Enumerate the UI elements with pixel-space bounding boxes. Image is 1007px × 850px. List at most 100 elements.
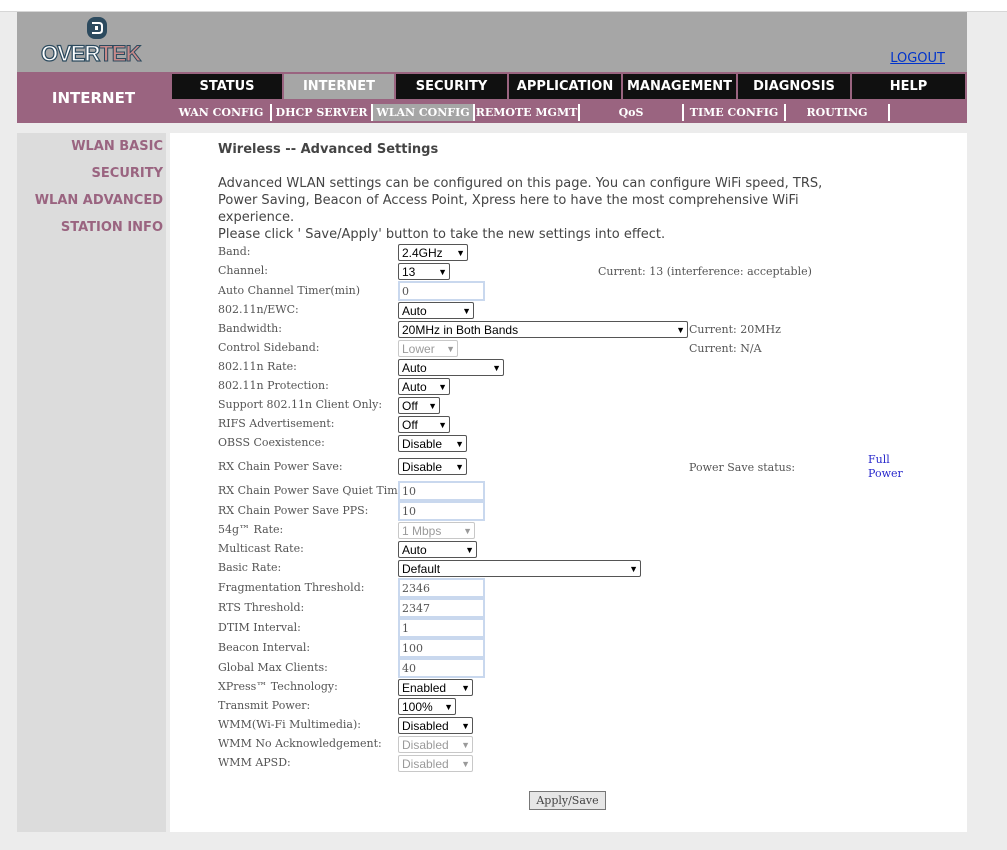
dtim-input[interactable]: 1 — [398, 618, 485, 638]
wmm-apsd-label: WMM APSD: — [218, 756, 291, 769]
tab-diagnosis[interactable]: DIAGNOSIS — [738, 74, 850, 99]
subtab-wan-config[interactable]: WAN CONFIG — [172, 104, 272, 121]
rate-54g-label: 54g™ Rate: — [218, 523, 284, 536]
chevron-down-icon: ▼ — [462, 305, 471, 316]
chevron-down-icon: ▼ — [465, 544, 474, 555]
rx-quiet-time-label: RX Chain Power Save Quiet Time: — [218, 484, 408, 497]
power-save-status-value: Full Power — [868, 453, 903, 481]
auto-channel-timer-input[interactable]: 0 — [398, 281, 485, 301]
wmm-apsd-select[interactable]: Disabled ▼ — [398, 755, 473, 772]
main-tabs: STATUS INTERNET SECURITY APPLICATION MAN… — [172, 74, 967, 99]
sidebar-item-wlan-advanced[interactable]: WLAN ADVANCED — [17, 187, 166, 214]
beacon-label: Beacon Interval: — [218, 641, 311, 654]
ewc-select[interactable]: Auto ▼ — [398, 302, 474, 319]
chevron-down-icon: ▼ — [461, 720, 470, 731]
intro-line: Please click ' Save/Apply' button to tak… — [218, 227, 666, 242]
multicast-rate-select[interactable]: Auto ▼ — [398, 541, 477, 558]
band-label: Band: — [218, 245, 251, 258]
rx-chain-ps-select[interactable]: Disable ▼ — [398, 458, 467, 475]
tab-management[interactable]: MANAGEMENT — [623, 74, 736, 99]
auto-channel-timer-label: Auto Channel Timer(min) — [218, 284, 360, 297]
main-panel: Wireless -- Advanced Settings Advanced W… — [170, 133, 967, 832]
obss-label: OBSS Coexistence: — [218, 436, 325, 449]
n-client-only-select[interactable]: Off ▼ — [398, 397, 440, 414]
chevron-down-icon: ▼ — [428, 400, 437, 411]
apply-save-button[interactable]: Apply/Save — [529, 791, 606, 810]
band-select[interactable]: 2.4GHz ▼ — [398, 244, 468, 261]
tx-power-label: Transmit Power: — [218, 699, 311, 712]
chevron-down-icon: ▼ — [438, 266, 447, 277]
control-sideband-select[interactable]: Lower ▼ — [398, 340, 458, 357]
power-save-status-line: Power — [868, 467, 903, 480]
chevron-down-icon: ▼ — [455, 438, 464, 449]
channel-select[interactable]: 13 ▼ — [398, 263, 450, 280]
subtab-qos[interactable]: QoS — [580, 104, 684, 121]
power-save-status-label: Power Save status: — [689, 461, 796, 474]
sidebar: WLAN BASIC SECURITY WLAN ADVANCED STATIO… — [17, 133, 166, 832]
bandwidth-label: Bandwidth: — [218, 322, 282, 335]
n-protection-select[interactable]: Auto ▼ — [398, 378, 450, 395]
logo-text: OVERTEK — [40, 40, 141, 66]
chevron-down-icon: ▼ — [629, 563, 638, 574]
control-sideband-current-note: Current: N/A — [689, 342, 762, 355]
subtab-wlan-config[interactable]: WLAN CONFIG — [373, 104, 475, 121]
chevron-down-icon: ▼ — [461, 682, 470, 693]
n-rate-select[interactable]: Auto ▼ — [398, 359, 504, 376]
rifs-select[interactable]: Off ▼ — [398, 416, 450, 433]
rts-threshold-input[interactable]: 2347 — [398, 598, 485, 618]
tab-security[interactable]: SECURITY — [396, 74, 507, 99]
max-clients-label: Global Max Clients: — [218, 661, 328, 674]
logout-link[interactable]: LOGOUT — [890, 51, 945, 66]
control-sideband-label: Control Sideband: — [218, 341, 320, 354]
chevron-down-icon: ▼ — [438, 381, 447, 392]
max-clients-input[interactable]: 40 — [398, 658, 485, 678]
subtab-dhcp-server[interactable]: DHCP SERVER — [272, 104, 373, 121]
page-intro: Advanced WLAN settings can be configured… — [218, 175, 868, 243]
chevron-down-icon: ▼ — [455, 461, 464, 472]
wmm-noack-select[interactable]: Disabled ▼ — [398, 736, 473, 753]
brand-logo: OVERTEK — [40, 15, 153, 69]
subtab-routing[interactable]: ROUTING — [786, 104, 890, 121]
n-rate-label: 802.11n Rate: — [218, 360, 297, 373]
tab-status[interactable]: STATUS — [172, 74, 282, 99]
xpress-select[interactable]: Enabled ▼ — [398, 679, 473, 696]
n-protection-label: 802.11n Protection: — [218, 379, 329, 392]
chevron-down-icon: ▼ — [676, 324, 685, 335]
rx-pps-input[interactable]: 10 — [398, 501, 485, 521]
tab-application[interactable]: APPLICATION — [509, 74, 621, 99]
chevron-down-icon: ▼ — [461, 739, 470, 750]
subtab-time-config[interactable]: TIME CONFIG — [684, 104, 786, 121]
sidebar-item-station-info[interactable]: STATION INFO — [17, 214, 166, 241]
tx-power-select[interactable]: 100% ▼ — [398, 698, 456, 715]
dtim-label: DTIM Interval: — [218, 621, 301, 634]
page-title: Wireless -- Advanced Settings — [218, 142, 439, 157]
tab-help[interactable]: HELP — [852, 74, 965, 99]
multicast-rate-label: Multicast Rate: — [218, 542, 304, 555]
n-client-only-label: Support 802.11n Client Only: — [218, 398, 383, 411]
chevron-down-icon: ▼ — [492, 362, 501, 373]
power-save-status-line: Full — [868, 453, 890, 466]
wmm-noack-label: WMM No Acknowledgement: — [218, 737, 382, 750]
rx-quiet-time-input[interactable]: 10 — [398, 481, 485, 501]
basic-rate-label: Basic Rate: — [218, 561, 282, 574]
bandwidth-current-note: Current: 20MHz — [689, 323, 781, 336]
intro-line: Power Saving, Beacon of Access Point, Xp… — [218, 193, 799, 225]
tab-internet[interactable]: INTERNET — [284, 74, 394, 99]
beacon-input[interactable]: 100 — [398, 638, 485, 658]
obss-select[interactable]: Disable ▼ — [398, 435, 467, 452]
ewc-label: 802.11n/EWC: — [218, 303, 299, 316]
header-bar: OVERTEK LOGOUT — [17, 12, 967, 72]
chevron-down-icon: ▼ — [444, 701, 453, 712]
frag-threshold-input[interactable]: 2346 — [398, 578, 485, 598]
rifs-label: RIFS Advertisement: — [218, 417, 335, 430]
subtab-remote-mgmt[interactable]: REMOTE MGMT — [475, 104, 580, 121]
channel-current-note: Current: 13 (interference: acceptable) — [598, 265, 812, 278]
chevron-down-icon: ▼ — [446, 343, 455, 354]
sidebar-item-wlan-basic[interactable]: WLAN BASIC — [17, 133, 166, 160]
rts-threshold-label: RTS Threshold: — [218, 601, 305, 614]
sidebar-item-security[interactable]: SECURITY — [17, 160, 166, 187]
basic-rate-select[interactable]: Default ▼ — [398, 560, 641, 577]
wmm-select[interactable]: Disabled ▼ — [398, 717, 473, 734]
bandwidth-select[interactable]: 20MHz in Both Bands ▼ — [398, 321, 688, 338]
rate-54g-select[interactable]: 1 Mbps ▼ — [398, 522, 475, 539]
